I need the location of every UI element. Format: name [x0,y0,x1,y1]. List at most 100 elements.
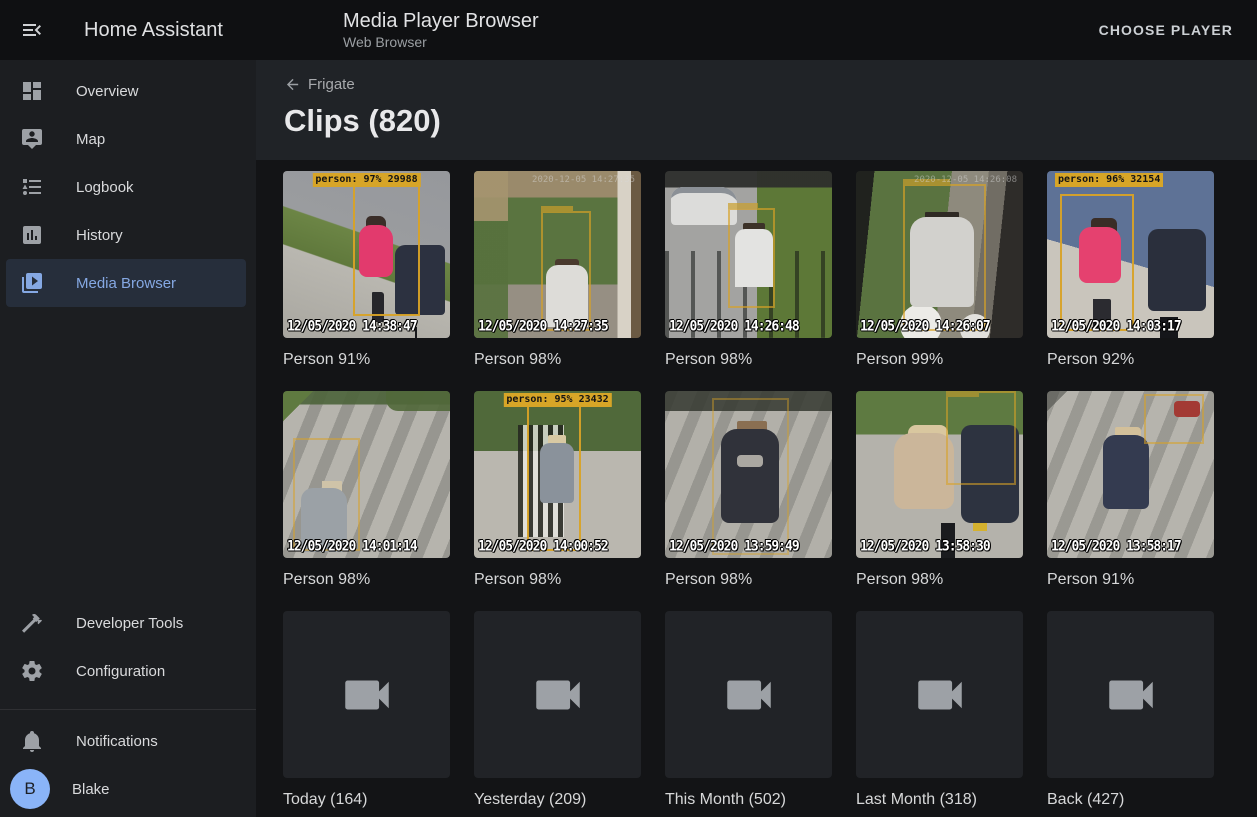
clip-label: Person 98% [474,569,641,590]
clip-timestamp-overlay: 12/05/2020 14:01:14 [287,538,417,555]
detection-bounding-box [293,438,360,552]
detection-bounding-box [903,184,987,331]
page-header-title: Media Player Browser [343,9,539,33]
clip-card[interactable]: 12/05/2020 13:58:17 Person 91% [1047,391,1214,590]
clip-card[interactable]: person: 97% 29988 12/05/2020 14:38:47 Pe… [283,171,450,370]
clip-thumbnail: 12/05/2020 14:26:48 [665,171,832,338]
clip-label: Person 99% [856,349,1023,370]
detection-bounding-box [946,391,1016,485]
folder-label: Last Month (318) [856,789,1023,810]
clip-thumbnail: person: 97% 29988 12/05/2020 14:38:47 [283,171,450,338]
sidebar-item-user-profile[interactable]: B Blake [6,765,246,813]
sidebar-item-label: Notifications [76,733,158,750]
clip-thumbnail: person: 96% 32154 12/05/2020 14:03:17 [1047,171,1214,338]
sidebar-item-overview[interactable]: Overview [6,67,246,115]
sidebar-item-media-browser[interactable]: Media Browser [6,259,246,307]
folder-card[interactable]: This Month (502) [665,611,832,810]
detection-label: person: 96% 32154 [1055,173,1163,187]
detection-bounding-box [527,404,580,551]
sidebar-item-label: Configuration [76,663,165,680]
clip-label: Person 91% [1047,569,1214,590]
camera-timestamp-overlay: 2020-12-05 14:27:35 [532,175,635,185]
clip-timestamp-overlay: 12/05/2020 14:03:17 [1051,318,1181,335]
clip-thumbnail: 12/05/2020 13:58:30 [856,391,1023,558]
clip-thumbnail: 12/05/2020 14:01:14 [283,391,450,558]
sidebar-item-notifications[interactable]: Notifications [6,717,246,765]
clip-thumbnail: person: 95% 23432 12/05/2020 14:00:52 [474,391,641,558]
clip-timestamp-overlay: 12/05/2020 14:27:35 [478,318,608,335]
clip-card[interactable]: person: 95% 23432 12/05/2020 14:00:52 Pe… [474,391,641,590]
page-header-subtitle: Web Browser [343,33,539,51]
clip-card[interactable]: 12/05/2020 14:26:48 Person 98% [665,171,832,370]
folders-grid: Today (164) Yesterday (209) This Month (… [283,611,1257,810]
clip-card[interactable]: 12/05/2020 13:59:49 Person 98% [665,391,832,590]
clip-thumbnail: 12/05/2020 13:58:17 [1047,391,1214,558]
arrow-left-icon [284,76,301,93]
view-dashboard-icon [20,79,44,103]
clip-label: Person 98% [856,569,1023,590]
clip-label: Person 98% [283,569,450,590]
format-list-icon [20,175,44,199]
folder-thumbnail [283,611,450,778]
clip-card[interactable]: person: 96% 32154 12/05/2020 14:03:17 Pe… [1047,171,1214,370]
detection-bounding-box [1060,194,1133,331]
choose-player-button[interactable]: CHOOSE PLAYER [1091,14,1241,46]
clip-timestamp-overlay: 12/05/2020 14:26:48 [669,318,799,335]
folder-card[interactable]: Yesterday (209) [474,611,641,810]
sidebar-item-label: Logbook [76,179,134,196]
detection-bounding-box [712,398,789,555]
clip-card[interactable]: 12/05/2020 13:58:30 Person 98% [856,391,1023,590]
folder-thumbnail [856,611,1023,778]
folder-card[interactable]: Back (427) [1047,611,1214,810]
folder-thumbnail [665,611,832,778]
bell-icon [20,729,44,753]
detection-label: person: 95% 23432 [503,393,611,407]
clip-thumbnail: 2020-12-05 14:27:35 12/05/2020 14:27:35 [474,171,641,338]
clip-timestamp-overlay: 12/05/2020 14:00:52 [478,538,608,555]
sidebar-item-configuration[interactable]: Configuration [6,647,246,695]
folder-card[interactable]: Last Month (318) [856,611,1023,810]
folder-thumbnail [1047,611,1214,778]
page-title: Clips (820) [284,103,1257,139]
app-title: Home Assistant [84,19,223,42]
clip-label: Person 91% [283,349,450,370]
detection-bounding-box [728,208,775,308]
clip-timestamp-overlay: 12/05/2020 13:59:49 [669,538,799,555]
sidebar-item-map[interactable]: Map [6,115,246,163]
sidebar-item-logbook[interactable]: Logbook [6,163,246,211]
folder-thumbnail [474,611,641,778]
clip-card[interactable]: 2020-12-05 14:26:08 12/05/2020 14:26:07 … [856,171,1023,370]
sidebar-item-developer-tools[interactable]: Developer Tools [6,599,246,647]
sidebar-item-label: Developer Tools [76,615,183,632]
tooltip-account-icon [20,127,44,151]
media-browser-content: Frigate Clips (820) person: 97% 29988 12… [256,60,1257,817]
clip-card[interactable]: 2020-12-05 14:27:35 12/05/2020 14:27:35 … [474,171,641,370]
detection-bounding-box [541,211,591,331]
menu-open-icon [20,18,44,42]
folder-label: Today (164) [283,789,450,810]
sidebar-item-label: Media Browser [76,275,176,292]
breadcrumb-back-link[interactable]: Frigate [284,76,355,93]
content-header: Frigate Clips (820) [256,60,1257,160]
sidebar-item-label: Overview [76,83,139,100]
sidebar-item-history[interactable]: History [6,211,246,259]
clip-label: Person 98% [665,349,832,370]
clip-thumbnail: 12/05/2020 13:59:49 [665,391,832,558]
folder-label: Back (427) [1047,789,1214,810]
clips-grid: person: 97% 29988 12/05/2020 14:38:47 Pe… [283,171,1257,590]
camera-timestamp-overlay: 2020-12-05 14:26:08 [914,175,1017,185]
folder-label: This Month (502) [665,789,832,810]
clip-card[interactable]: 12/05/2020 14:01:14 Person 98% [283,391,450,590]
clip-label: Person 92% [1047,349,1214,370]
detection-bounding-box [353,183,420,317]
folder-label: Yesterday (209) [474,789,641,810]
avatar: B [10,769,50,809]
play-box-multiple-icon [20,271,44,295]
video-icon [529,666,587,724]
video-icon [911,666,969,724]
clip-timestamp-overlay: 12/05/2020 13:58:30 [860,538,990,555]
sidebar-toggle-button[interactable] [10,8,54,52]
folder-card[interactable]: Today (164) [283,611,450,810]
app-bar: Home Assistant Media Player Browser Web … [0,0,1257,60]
video-icon [720,666,778,724]
